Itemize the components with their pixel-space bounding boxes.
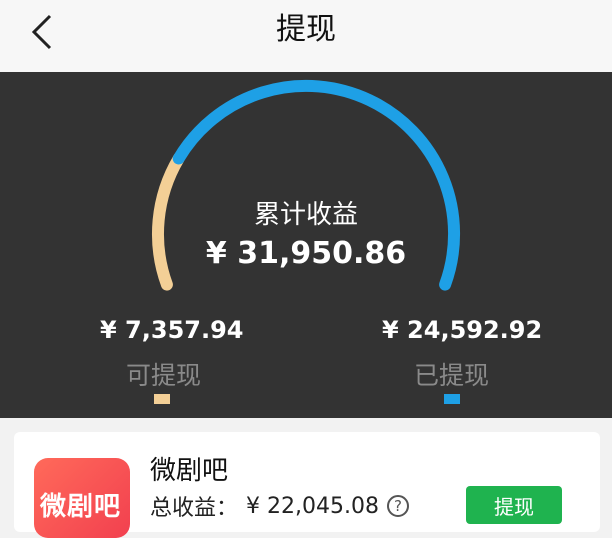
earnings-value: ¥ 22,045.08 [246, 493, 379, 519]
app-logo-text: 微剧吧 [40, 492, 122, 522]
available-amount: ¥ 7,357.94 [100, 316, 244, 344]
total-earnings-value: ¥ 31,950.86 [205, 236, 407, 271]
available-label: 可提现 [126, 361, 202, 390]
total-earnings-label: 累计收益 [253, 200, 358, 230]
app-logo: 微剧吧 [34, 458, 130, 538]
page-title: 提现 [276, 12, 336, 47]
withdraw-button[interactable]: 提现 [466, 486, 562, 524]
available-legend-swatch [154, 394, 170, 404]
app-total-earnings: 总收益： ¥ 22,045.08 ? [150, 490, 409, 522]
withdrawn-legend-swatch [444, 394, 460, 404]
withdrawn-label: 已提现 [414, 361, 490, 390]
earnings-label: 总收益： [150, 496, 239, 521]
withdrawn-amount: ¥ 24,592.92 [382, 316, 543, 344]
app-name: 微剧吧 [150, 456, 229, 486]
app-earnings-card: 微剧吧 微剧吧 总收益： ¥ 22,045.08 ? 提现 [14, 432, 600, 538]
top-bar: 提现 [0, 0, 612, 72]
earnings-summary-panel: 累计收益 ¥ 31,950.86 ¥ 7,357.94 可提现 ¥ 24,592… [0, 72, 612, 418]
